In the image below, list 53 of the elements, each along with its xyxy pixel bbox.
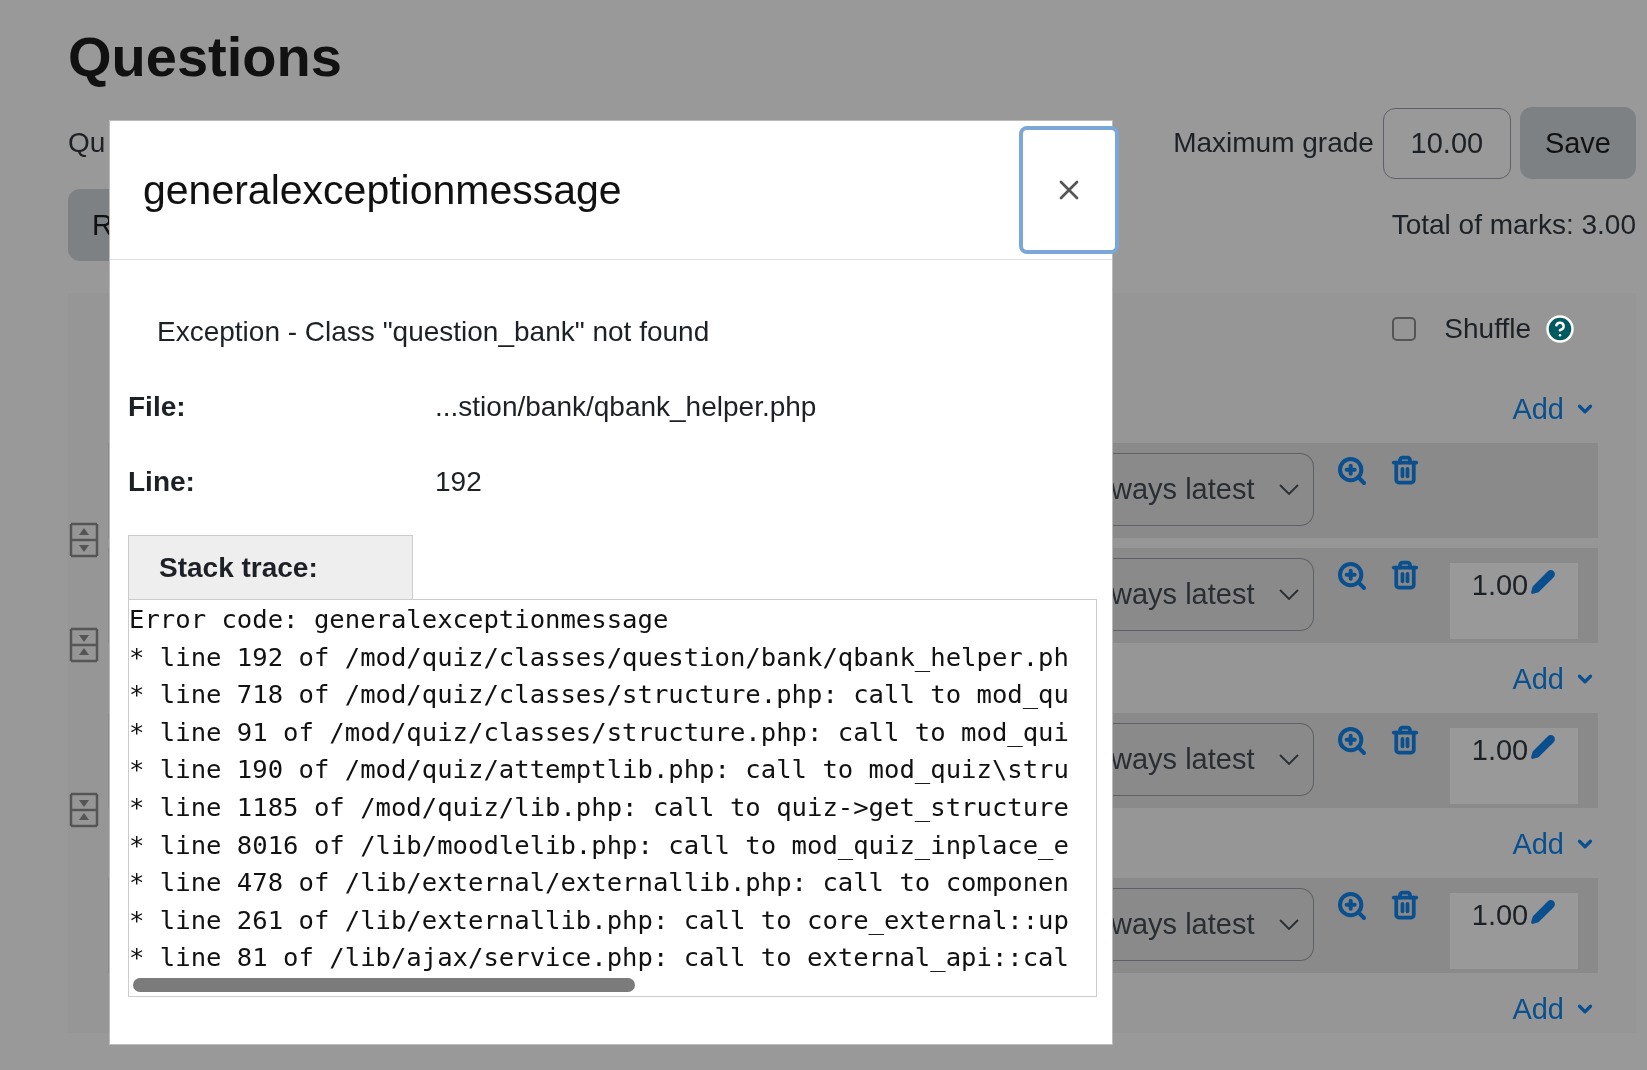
shuffle-checkbox[interactable] [1392,317,1417,341]
chevron-icon [1279,919,1299,930]
info-value: 192 [435,465,482,499]
add-menu[interactable]: Add [1512,827,1596,861]
error-message: Exception - Class "question_bank" not found [157,315,711,349]
trace-line: * line 478 of /lib/external/externallib.php: call to componen [129,866,1070,900]
join-pages-icon[interactable] [68,792,100,828]
trace-line: * line 190 of /mod/quiz/attemptlib.php: call to mod_quiz\stru [129,753,1070,787]
stack-trace-tab[interactable]: Stack trace: [128,535,413,599]
total-marks: Total of marks: 3.00 [1391,209,1636,241]
edit-icon[interactable] [1530,734,1557,760]
preview-icon[interactable] [1336,560,1368,592]
preview-icon[interactable] [1336,725,1368,757]
page-title: Questions [68,24,343,90]
delete-icon[interactable] [1390,725,1420,755]
edit-icon[interactable] [1530,569,1557,595]
page-break-icon[interactable] [68,522,100,558]
trace-line: * line 81 of /lib/ajax/service.php: call to external_api::cal [129,941,1070,975]
preview-icon[interactable] [1336,455,1368,487]
chevron-icon [1279,589,1299,600]
dialog-title: generalexceptionmessage [143,166,622,214]
chevron-icon [1279,754,1299,765]
trace-line: * line 718 of /mod/quiz/classes/structure.php: call to mod_qu [129,678,1070,712]
question-mark: 1.00 [1471,899,1529,932]
shuffle-label: Shuffle [1444,313,1531,345]
trace-line: * line 192 of /mod/quiz/classes/question/bank/qbank_helper.ph [129,640,1070,674]
edit-icon[interactable] [1530,899,1557,925]
preview-icon[interactable] [1336,890,1368,922]
add-menu[interactable]: Add [1512,662,1596,696]
delete-icon[interactable] [1390,890,1420,920]
trace-line: * line 261 of /lib/externallib.php: call to core_external::up [129,903,1070,937]
info-label: Line: [128,465,196,499]
section-heading: Qu [68,127,106,159]
info-label: File: [128,390,187,424]
trace-line: * line 8016 of /lib/moodlelib.php: call to mod_quiz_inplace_e [129,828,1070,862]
delete-icon[interactable] [1390,560,1420,590]
trace-line: * line 1185 of /mod/quiz/lib.php: call to quiz->get_structure [129,790,1070,824]
info-value: ...stion/bank/qbank_helper.php [435,390,817,424]
join-pages-icon[interactable] [68,627,100,663]
question-mark: 1.00 [1471,569,1529,602]
delete-icon[interactable] [1390,455,1420,485]
maximum-grade-label: Maximum grade [1173,127,1374,159]
scrollbar-thumb[interactable] [133,978,635,992]
add-menu[interactable]: Add [1512,392,1596,426]
chevron-icon [1279,484,1299,495]
add-menu[interactable]: Add [1512,992,1596,1026]
maximum-grade-field[interactable]: 10.00 [1382,107,1511,179]
help-icon[interactable] [1545,314,1575,344]
trace-line: Error code: generalexceptionmessage [129,603,670,636]
question-mark: 1.00 [1471,734,1529,767]
close-button[interactable] [1019,126,1119,254]
save-button[interactable]: Save [1519,107,1636,179]
trace-line: * line 91 of /mod/quiz/classes/structure.php: call to mod_qui [129,715,1070,749]
